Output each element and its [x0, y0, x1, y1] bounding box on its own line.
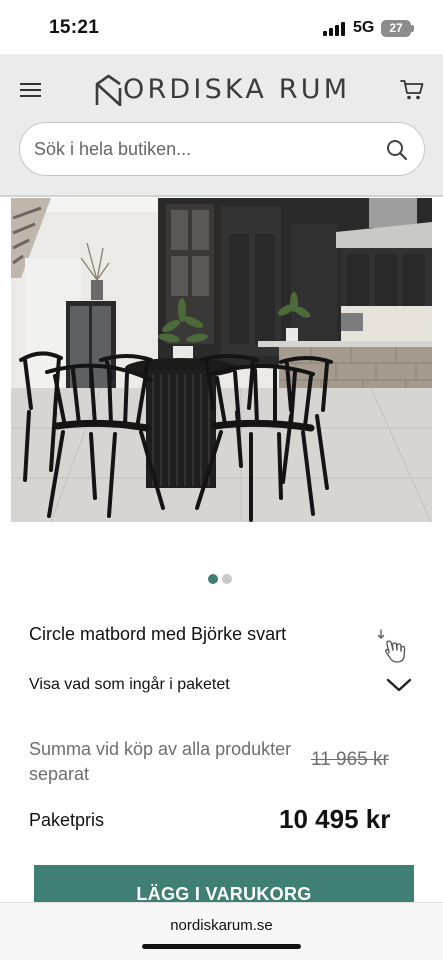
home-indicator[interactable] — [142, 944, 301, 949]
package-contents-label: Visa vad som ingår i paketet — [29, 676, 230, 693]
network-type: 5G — [353, 19, 375, 36]
browser-bottom-bar: nordiskarum.se — [0, 902, 443, 960]
battery-nub — [411, 25, 414, 32]
cellular-signal-icon — [323, 22, 345, 36]
hamburger-menu-icon[interactable] — [20, 81, 42, 99]
status-bar: 15:21 5G 27 — [0, 0, 443, 54]
chevron-down-icon[interactable] — [386, 676, 412, 694]
product-title: Circle matbord med Björke svart — [29, 624, 287, 644]
package-contents-toggle[interactable]: Visa vad som ingår i paketet — [29, 672, 415, 700]
carousel-dots — [208, 574, 232, 584]
shopping-cart-icon[interactable] — [400, 79, 424, 101]
logo-text: ORDISKA RUM — [123, 74, 351, 105]
tap-hand-icon — [374, 626, 414, 666]
dining-set-photo — [11, 198, 432, 522]
package-price: 10 495 kr — [279, 804, 391, 834]
package-price-label: Paketpris — [29, 810, 105, 830]
site-header: ORDISKA RUM — [0, 54, 443, 197]
separate-sum-price: 11 965 kr — [311, 749, 389, 770]
carousel-dot-1[interactable] — [208, 574, 218, 584]
logo[interactable]: ORDISKA RUM — [95, 70, 350, 110]
search-icon[interactable] — [386, 139, 408, 161]
search-box — [19, 122, 425, 176]
separate-sum-label: Summa vid köp av alla produkter separat — [29, 739, 292, 784]
status-time: 15:21 — [49, 17, 100, 38]
product-image[interactable] — [11, 198, 432, 522]
carousel-dot-2[interactable] — [222, 574, 232, 584]
logo-house-n-icon — [95, 74, 122, 106]
url-bar[interactable]: nordiskarum.se — [0, 917, 443, 934]
search-input[interactable] — [34, 131, 374, 167]
battery-icon: 27 — [381, 20, 411, 37]
